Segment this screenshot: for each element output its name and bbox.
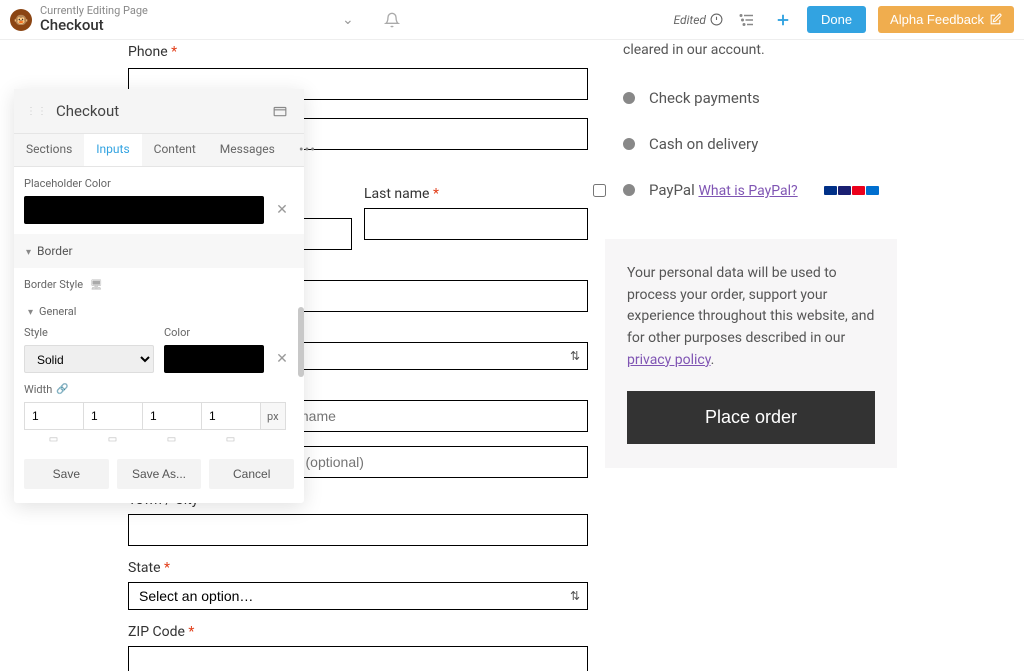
side-right-icon: ▭ (83, 434, 142, 445)
border-section-header[interactable]: Border (14, 234, 304, 268)
chevron-down-icon (28, 305, 33, 318)
cancel-button[interactable]: Cancel (209, 459, 294, 489)
content-area: Phone * ddress? Last name * ⇅ Town / Cit… (0, 40, 1024, 671)
side-left-icon: ▭ (201, 434, 260, 445)
clear-border-color-icon[interactable]: ✕ (270, 347, 294, 371)
radio-icon (623, 138, 635, 150)
width-top-input[interactable] (24, 402, 83, 430)
place-order-button[interactable]: Place order (627, 391, 875, 444)
edited-indicator: Edited (674, 13, 723, 27)
more-tabs-icon[interactable]: ••• (287, 134, 328, 166)
privacy-policy-link[interactable]: privacy policy (627, 352, 711, 368)
panel-body: Placeholder Color ✕ Border Border Style … (14, 167, 304, 445)
tab-sections[interactable]: Sections (14, 134, 84, 166)
width-left-input[interactable] (201, 402, 260, 430)
general-subsection[interactable]: General (24, 297, 294, 326)
top-bar: 🐵 Currently Editing Page Checkout ⌄ Edit… (0, 0, 1024, 40)
style-label: Style (24, 326, 154, 345)
zip-input[interactable] (128, 646, 588, 671)
panel-title: Checkout (56, 102, 268, 120)
list-icon[interactable] (735, 8, 759, 32)
width-bottom-input[interactable] (142, 402, 201, 430)
checkout-sidebar: cleared in our account. Check payments C… (605, 40, 897, 468)
radio-icon (623, 92, 635, 104)
payment-option-cod[interactable]: Cash on delivery (623, 121, 879, 167)
credit-card-icons (824, 186, 879, 195)
side-bottom-icon: ▭ (142, 434, 201, 445)
link-icon[interactable]: 🔗 (56, 384, 68, 395)
page-info: Currently Editing Page Checkout (40, 5, 148, 34)
last-name-label: Last name * (364, 186, 588, 202)
side-indicators: ▭ ▭ ▭ ▭ (24, 434, 294, 445)
panel-scrollbar[interactable] (298, 307, 304, 377)
town-input[interactable] (128, 514, 588, 546)
placeholder-color-label: Placeholder Color (24, 167, 294, 196)
last-name-input[interactable] (364, 208, 588, 240)
phone-label: Phone * (128, 44, 588, 60)
placeholder-color-swatch[interactable] (24, 196, 264, 224)
zip-label: ZIP Code * (128, 624, 588, 640)
width-inputs: px (24, 402, 294, 430)
panel-header[interactable]: ⋮⋮ Checkout (14, 89, 304, 134)
tab-inputs[interactable]: Inputs (84, 134, 141, 166)
chevron-down-icon (26, 244, 31, 258)
save-button[interactable]: Save (24, 459, 109, 489)
border-style-label: Border Style 🖥 (24, 268, 294, 297)
width-label: Width 🔗 (24, 373, 294, 402)
border-style-select[interactable]: Solid (24, 345, 154, 373)
settings-panel: ⋮⋮ Checkout Sections Inputs Content Mess… (14, 89, 304, 503)
what-is-paypal-link[interactable]: What is PayPal? (698, 183, 797, 199)
drag-handle-icon[interactable]: ⋮⋮ (26, 106, 48, 117)
page-name: Checkout (40, 17, 148, 34)
panel-tabs: Sections Inputs Content Messages ••• (14, 134, 304, 167)
privacy-notice: Your personal data will be used to proce… (605, 239, 897, 468)
privacy-text: Your personal data will be used to proce… (627, 263, 875, 371)
width-right-input[interactable] (83, 402, 142, 430)
alpha-feedback-button[interactable]: Alpha Feedback (878, 6, 1014, 33)
app-logo: 🐵 (10, 9, 32, 31)
border-color-swatch[interactable] (164, 345, 264, 373)
radio-icon (623, 184, 635, 196)
state-label: State * (128, 560, 588, 576)
width-unit[interactable]: px (260, 402, 286, 430)
done-button[interactable]: Done (807, 6, 866, 33)
tab-messages[interactable]: Messages (208, 134, 287, 166)
panel-footer: Save Save As... Cancel (14, 445, 304, 503)
paypal-checkbox[interactable] (593, 184, 606, 197)
side-top-icon: ▭ (24, 434, 83, 445)
devices-icon[interactable]: 🖥 (90, 280, 103, 291)
add-icon[interactable] (771, 8, 795, 32)
bank-transfer-note: cleared in our account. (623, 40, 879, 61)
tab-content[interactable]: Content (142, 134, 208, 166)
payment-option-check[interactable]: Check payments (623, 75, 879, 121)
clear-color-icon[interactable]: ✕ (270, 198, 294, 222)
expand-icon[interactable] (268, 99, 292, 123)
state-select[interactable]: Select an option… (128, 582, 588, 610)
save-as-button[interactable]: Save As... (117, 459, 202, 489)
page-dropdown-icon[interactable]: ⌄ (336, 8, 360, 32)
color-label: Color (164, 326, 294, 345)
payment-option-paypal[interactable]: PayPal What is PayPal? (623, 167, 879, 213)
notification-bell-icon[interactable] (380, 8, 404, 32)
